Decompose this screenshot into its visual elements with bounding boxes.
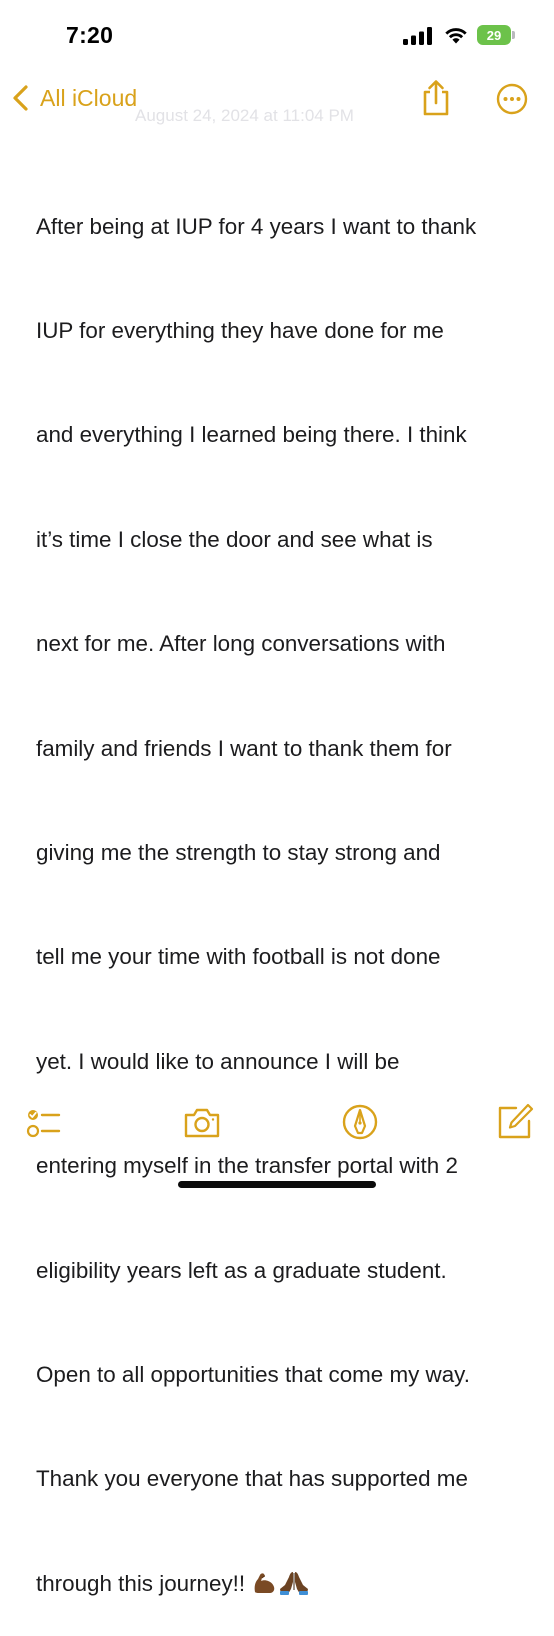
note-date: August 24, 2024 at 11:04 PM	[135, 106, 354, 125]
battery-nub	[512, 31, 515, 39]
note-line: it’s time I close the door and see what …	[36, 526, 433, 552]
note-line: family and friends I want to thank them …	[36, 735, 452, 761]
note-line: entering myself in the transfer portal w…	[36, 1153, 458, 1179]
note-line: next for me. After long conversations wi…	[36, 631, 446, 657]
note-last-line: through this journey!!	[36, 1567, 526, 1602]
battery-indicator: 29	[477, 25, 515, 45]
markup-icon[interactable]	[340, 1102, 380, 1142]
share-icon[interactable]	[420, 78, 452, 118]
note-line: yet. I would like to announce I will be	[36, 1048, 400, 1074]
note-line: giving me the strength to stay strong an…	[36, 839, 441, 865]
back-button-label: All iCloud	[40, 84, 138, 111]
home-indicator[interactable]	[178, 1181, 376, 1188]
status-bar: 7:20 29	[0, 0, 554, 70]
note-line: through this journey!!	[36, 1570, 252, 1596]
flexed-biceps-icon	[254, 1573, 275, 1593]
note-line: After being at IUP for 4 years I want to…	[36, 213, 477, 239]
status-time: 7:20	[66, 22, 114, 48]
folded-hands-icon	[280, 1571, 309, 1595]
note-line: tell me your time with football is not d…	[36, 944, 441, 970]
wifi-icon	[445, 28, 467, 44]
note-line: eligibility years left as a graduate stu…	[36, 1257, 447, 1283]
note-line: Open to all opportunities that come my w…	[36, 1361, 470, 1387]
more-options-icon[interactable]	[496, 83, 528, 115]
note-body[interactable]: After being at IUP for 4 years I want to…	[36, 140, 526, 1636]
cellular-signal-icon	[403, 27, 432, 45]
checklist-icon[interactable]	[24, 1102, 64, 1142]
bottom-toolbar	[0, 1098, 554, 1148]
battery-level: 29	[477, 25, 511, 45]
chevron-left-icon	[13, 85, 28, 111]
back-button[interactable]: All iCloud	[10, 80, 137, 116]
note-line: and everything I learned being there. I …	[36, 422, 467, 448]
note-line: IUP for everything they have done for me	[36, 317, 444, 343]
camera-icon[interactable]	[182, 1102, 222, 1142]
nav-bar: August 24, 2024 at 11:04 PM All iCloud	[0, 70, 554, 130]
note-line: Thank you everyone that has supported me	[36, 1466, 468, 1492]
compose-icon[interactable]	[494, 1102, 534, 1142]
